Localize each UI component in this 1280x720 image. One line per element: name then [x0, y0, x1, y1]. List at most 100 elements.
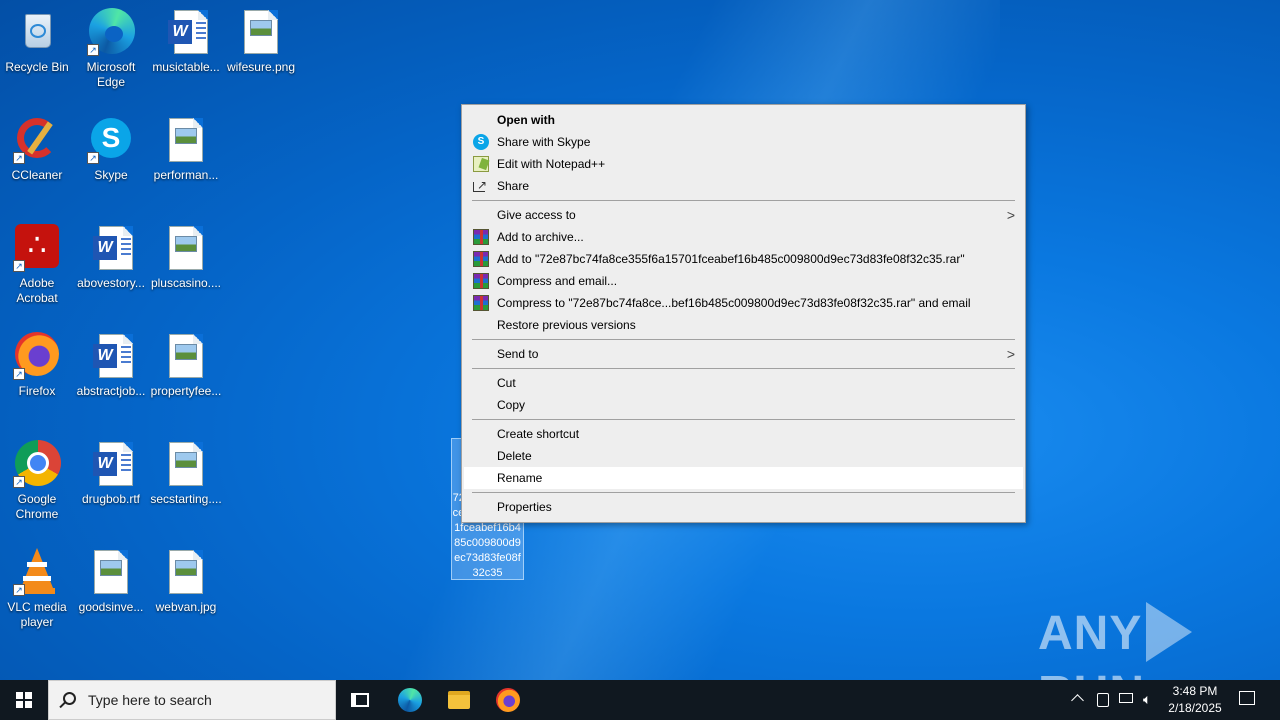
firefox-icon	[496, 688, 520, 712]
menu-item-share[interactable]: Share	[464, 174, 1023, 197]
tray-network-status[interactable]	[1093, 680, 1113, 720]
notification-center-button[interactable]	[1232, 680, 1262, 720]
taskbar-search-box[interactable]: Type here to search	[48, 680, 336, 720]
image-file-icon	[162, 440, 210, 488]
shortcut-arrow-icon: ↗	[87, 152, 99, 164]
desktop-icon-performan[interactable]: performan...	[149, 116, 223, 183]
tray-overflow-button[interactable]	[1068, 680, 1088, 720]
word-doc-icon: W	[87, 440, 135, 488]
tray-network-button[interactable]	[1116, 680, 1136, 720]
desktop-icon-label: abstractjob...	[76, 384, 146, 398]
menu-item-label: Compress and email...	[497, 274, 618, 288]
menu-item-add-to-archive[interactable]: Add to archive...	[464, 226, 1023, 248]
menu-item-edit-with-notepadpp[interactable]: Edit with Notepad++	[464, 153, 1023, 175]
skype-icon: S	[473, 134, 489, 150]
desktop-icon-label: Firefox	[18, 384, 56, 398]
menu-separator	[472, 419, 1015, 420]
edge-icon: ↗	[87, 8, 135, 56]
menu-separator	[472, 339, 1015, 340]
desktop-icon-musictable[interactable]: W musictable...	[149, 8, 223, 75]
menu-item-label: Share	[497, 179, 530, 193]
desktop-icon-label: wifesure.png	[226, 60, 296, 74]
menu-item-restore-previous-versions[interactable]: Restore previous versions	[464, 314, 1023, 336]
desktop-icon-adobe-acrobat[interactable]: ∴ ↗ Adobe Acrobat	[0, 224, 74, 306]
desktop-icon-label: Skype	[94, 168, 128, 182]
start-button[interactable]	[0, 680, 48, 720]
ccleaner-icon: ↗	[13, 116, 61, 164]
desktop-icon-skype[interactable]: S ↗ Skype	[74, 116, 148, 183]
desktop-icon-pluscasino[interactable]: pluscasino....	[149, 224, 223, 291]
share-icon	[473, 174, 487, 196]
desktop-icon-abstractjob[interactable]: W abstractjob...	[74, 332, 148, 399]
menu-item-give-access-to[interactable]: Give access to >	[464, 204, 1023, 226]
menu-item-copy[interactable]: Copy	[464, 394, 1023, 416]
menu-item-label: Copy	[497, 398, 526, 412]
desktop-icon-goodsinve[interactable]: goodsinve...	[74, 548, 148, 615]
speaker-icon: 🔈︎	[1143, 691, 1152, 707]
task-view-button[interactable]	[336, 680, 384, 720]
image-file-icon	[162, 332, 210, 380]
winrar-icon	[473, 229, 489, 245]
desktop-icon-label: pluscasino....	[150, 276, 222, 290]
chevron-up-icon	[1071, 694, 1084, 707]
menu-item-open-with[interactable]: Open with	[464, 109, 1023, 131]
desktop-icon-drugbob[interactable]: W drugbob.rtf	[74, 440, 148, 507]
desktop-icon-wifesure[interactable]: wifesure.png	[224, 8, 298, 75]
shortcut-arrow-icon: ↗	[13, 260, 25, 272]
notification-icon	[1239, 691, 1255, 705]
menu-item-rename[interactable]: Rename	[464, 467, 1023, 489]
menu-item-label: Open with	[497, 113, 555, 127]
shortcut-arrow-icon: ↗	[87, 44, 99, 56]
desktop-icon-firefox[interactable]: ↗ Firefox	[0, 332, 74, 399]
taskbar-clock[interactable]: 3:48 PM 2/18/2025	[1162, 683, 1228, 717]
tray-volume-button[interactable]: 🔈︎	[1140, 680, 1160, 720]
desktop-icon-propertyfee[interactable]: propertyfee...	[149, 332, 223, 399]
chevron-right-icon: >	[1006, 207, 1015, 223]
desktop-icon-abovestory[interactable]: W abovestory...	[74, 224, 148, 291]
winrar-icon	[473, 295, 489, 311]
menu-item-compress-and-email[interactable]: Compress and email...	[464, 270, 1023, 292]
menu-item-send-to[interactable]: Send to >	[464, 343, 1023, 365]
desktop-icon-vlc[interactable]: ↗ VLC media player	[0, 548, 74, 630]
menu-item-properties[interactable]: Properties	[464, 496, 1023, 518]
menu-item-create-shortcut[interactable]: Create shortcut	[464, 423, 1023, 445]
menu-item-label: Give access to	[497, 208, 576, 222]
taskbar-firefox-button[interactable]	[484, 680, 532, 720]
menu-separator	[472, 368, 1015, 369]
network-icon	[1119, 693, 1133, 703]
image-file-icon	[162, 548, 210, 596]
menu-item-delete[interactable]: Delete	[464, 445, 1023, 467]
menu-item-label: Add to archive...	[497, 230, 584, 244]
desktop-icon-webvan[interactable]: webvan.jpg	[149, 548, 223, 615]
context-menu: Open with S Share with Skype Edit with N…	[461, 104, 1026, 523]
folder-icon	[448, 691, 470, 709]
acrobat-icon: ∴ ↗	[13, 224, 61, 272]
desktop-icon-ccleaner[interactable]: ↗ CCleaner	[0, 116, 74, 183]
shortcut-arrow-icon: ↗	[13, 584, 25, 596]
menu-item-label: Rename	[497, 471, 543, 485]
taskbar-edge-button[interactable]	[386, 680, 434, 720]
desktop-icon-label: secstarting....	[150, 492, 222, 506]
desktop-icon-label: drugbob.rtf	[81, 492, 141, 506]
menu-item-share-with-skype[interactable]: S Share with Skype	[464, 131, 1023, 153]
word-doc-icon: W	[87, 332, 135, 380]
word-doc-icon: W	[162, 8, 210, 56]
menu-item-compress-to-rar-and-email[interactable]: Compress to "72e87bc74fa8ce...bef16b485c…	[464, 292, 1023, 314]
desktop-icon-label: Microsoft Edge	[86, 60, 136, 89]
menu-item-label: Properties	[497, 500, 552, 514]
taskbar-file-explorer-button[interactable]	[435, 680, 483, 720]
menu-item-label: Add to "72e87bc74fa8ce355f6a15701fceabef…	[497, 252, 965, 266]
desktop-icon-label: Google Chrome	[15, 492, 59, 521]
menu-item-add-to-rar[interactable]: Add to "72e87bc74fa8ce355f6a15701fceabef…	[464, 248, 1023, 270]
device-icon	[1097, 693, 1109, 707]
desktop-icon-recycle-bin[interactable]: Recycle Bin	[0, 8, 74, 75]
desktop-icon-microsoft-edge[interactable]: ↗ Microsoft Edge	[74, 8, 148, 90]
image-file-icon	[162, 224, 210, 272]
menu-item-cut[interactable]: Cut	[464, 372, 1023, 394]
desktop-icon-label: CCleaner	[11, 168, 63, 182]
desktop-icon-secstarting[interactable]: secstarting....	[149, 440, 223, 507]
desktop-icon-google-chrome[interactable]: ↗ Google Chrome	[0, 440, 74, 522]
winrar-icon	[473, 273, 489, 289]
winrar-icon	[473, 251, 489, 267]
menu-separator	[472, 492, 1015, 493]
